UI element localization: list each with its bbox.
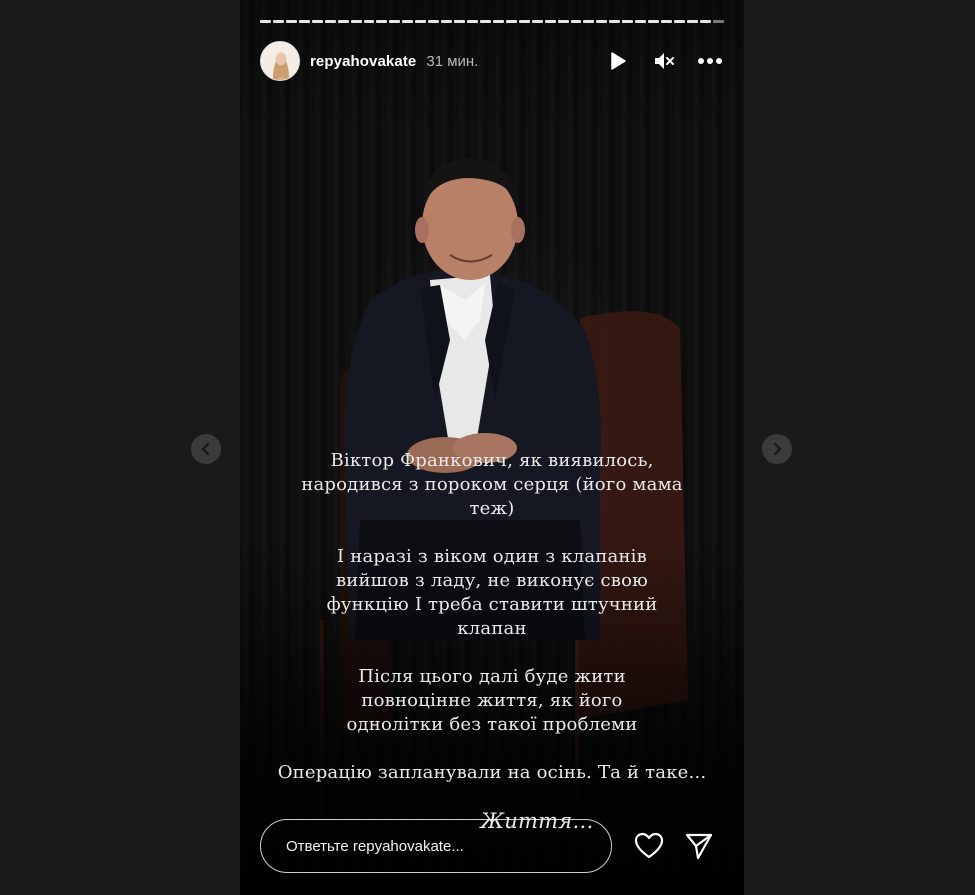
progress-segment xyxy=(441,20,453,23)
progress-segment xyxy=(311,20,323,23)
progress-segment xyxy=(674,20,685,23)
progress-segment xyxy=(298,20,310,23)
story-username[interactable]: repyahovakate xyxy=(310,53,416,70)
chevron-right-icon xyxy=(773,442,782,456)
progress-segment xyxy=(492,20,504,23)
more-horizontal-icon xyxy=(698,58,722,64)
progress-segment xyxy=(699,20,711,23)
story-caption: Віктор Франкович, як виявилось, народивс… xyxy=(260,449,724,857)
progress-segment xyxy=(415,20,427,23)
progress-segment xyxy=(376,20,388,23)
progress-segment xyxy=(635,20,647,23)
like-button[interactable] xyxy=(633,830,665,862)
progress-segment xyxy=(454,20,465,23)
story-controls xyxy=(604,47,724,75)
caption-paragraph: Після цього далі буде жити повноцінне жи… xyxy=(346,666,638,735)
progress-segment xyxy=(389,20,401,23)
paper-plane-icon xyxy=(685,833,713,860)
chevron-left-icon xyxy=(201,442,210,456)
progress-segment xyxy=(337,20,349,23)
caption-paragraph: І наразі з віком один з клапанів вийшов … xyxy=(326,546,658,639)
progress-segment xyxy=(272,20,284,23)
avatar-image xyxy=(261,42,299,80)
progress-segment xyxy=(350,20,362,23)
progress-segment xyxy=(544,20,556,23)
mute-button[interactable] xyxy=(650,47,678,75)
play-button[interactable] xyxy=(604,47,632,75)
share-button[interactable] xyxy=(683,830,715,862)
progress-segment xyxy=(609,20,621,23)
speaker-muted-icon xyxy=(655,53,674,69)
progress-segment xyxy=(518,20,530,23)
more-options-button[interactable] xyxy=(696,47,724,75)
story-progress-bar xyxy=(260,20,724,24)
progress-segment xyxy=(596,20,608,23)
caption-paragraph: Операцію запланували на осінь. Та й таке… xyxy=(277,762,707,783)
progress-segment xyxy=(285,20,297,23)
progress-segment xyxy=(402,20,414,23)
progress-segment xyxy=(583,20,595,23)
progress-segment xyxy=(479,20,491,23)
story-time: 31 мин. xyxy=(426,52,479,70)
heart-icon xyxy=(634,832,664,859)
progress-segment xyxy=(712,20,724,23)
progress-segment xyxy=(260,20,271,23)
reply-input[interactable] xyxy=(260,819,612,873)
progress-segment xyxy=(428,20,440,23)
story-viewer[interactable]: repyahovakate 31 мин. Віктор Франкович, … xyxy=(240,0,744,895)
story-header: repyahovakate 31 мин. xyxy=(260,41,724,81)
progress-segment xyxy=(531,20,543,23)
progress-segment xyxy=(467,20,478,23)
caption-paragraph: Віктор Франкович, як виявилось, народивс… xyxy=(301,450,683,519)
play-icon xyxy=(611,52,626,70)
progress-segment xyxy=(661,20,672,23)
progress-segment xyxy=(570,20,582,23)
next-story-button[interactable] xyxy=(762,434,792,464)
progress-segment xyxy=(505,20,517,23)
avatar[interactable] xyxy=(260,41,300,81)
progress-segment xyxy=(557,20,569,23)
progress-segment xyxy=(324,20,336,23)
progress-segment xyxy=(648,20,660,23)
progress-segment xyxy=(363,20,375,23)
progress-segment xyxy=(686,20,698,23)
previous-story-button[interactable] xyxy=(191,434,221,464)
progress-segment xyxy=(622,20,634,23)
